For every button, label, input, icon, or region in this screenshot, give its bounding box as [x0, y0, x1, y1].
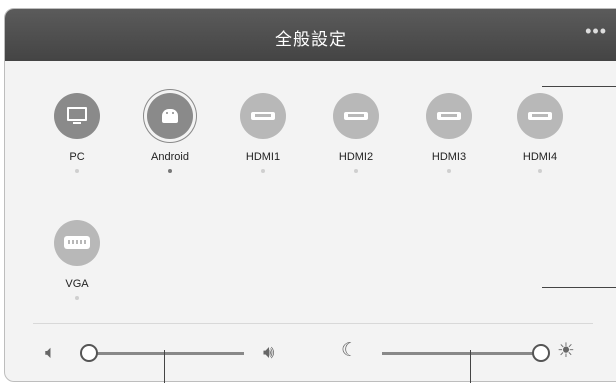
settings-panel: 全般設定 ••• PC Android HDMI1 HDMI2 HDMI3 HD…: [4, 8, 616, 382]
divider: [33, 323, 593, 324]
monitor-icon: [54, 93, 100, 139]
hdmi-icon: [517, 93, 563, 139]
source-label: PC: [69, 151, 85, 163]
callout-line: [542, 287, 616, 288]
volume-mute-icon: 🔈︎: [45, 342, 56, 362]
source-label: HDMI2: [338, 151, 374, 163]
source-indicator-dot: [75, 296, 79, 300]
more-horizontal-icon[interactable]: •••: [585, 21, 607, 42]
source-hdmi1[interactable]: HDMI1: [218, 93, 308, 173]
vga-icon: [54, 220, 100, 266]
source-indicator-dot: [75, 169, 79, 173]
source-hdmi4[interactable]: HDMI4: [495, 93, 585, 173]
title-bar: 全般設定 •••: [5, 9, 616, 61]
hdmi-icon: [240, 93, 286, 139]
source-label: HDMI1: [245, 151, 281, 163]
volume-up-icon: 🔊︎: [263, 342, 275, 362]
source-indicator-dot: [354, 169, 358, 173]
source-vga[interactable]: VGA: [32, 220, 122, 300]
brightness-slider-track[interactable]: [382, 352, 540, 355]
callout-line: [470, 350, 471, 383]
callout-line: [542, 86, 616, 87]
source-label: Android: [151, 151, 189, 163]
source-hdmi2[interactable]: HDMI2: [311, 93, 401, 173]
moon-icon: ☾: [341, 340, 359, 361]
source-indicator-dot: [538, 169, 542, 173]
source-android[interactable]: Android: [125, 93, 215, 173]
source-label: HDMI4: [522, 151, 558, 163]
source-label: HDMI3: [431, 151, 467, 163]
source-indicator-dot: [261, 169, 265, 173]
source-indicator-dot: [168, 169, 172, 173]
volume-slider-thumb[interactable]: [80, 344, 98, 362]
source-label: VGA: [65, 278, 89, 290]
sun-icon: ☀: [557, 340, 575, 362]
callout-line: [164, 350, 165, 383]
volume-slider-track[interactable]: [87, 352, 244, 355]
window-title: 全般設定: [275, 30, 347, 49]
source-pc[interactable]: PC: [32, 93, 122, 173]
source-hdmi3[interactable]: HDMI3: [404, 93, 494, 173]
android-icon: [147, 93, 193, 139]
source-indicator-dot: [447, 169, 451, 173]
brightness-slider-thumb[interactable]: [532, 344, 550, 362]
hdmi-icon: [333, 93, 379, 139]
hdmi-icon: [426, 93, 472, 139]
